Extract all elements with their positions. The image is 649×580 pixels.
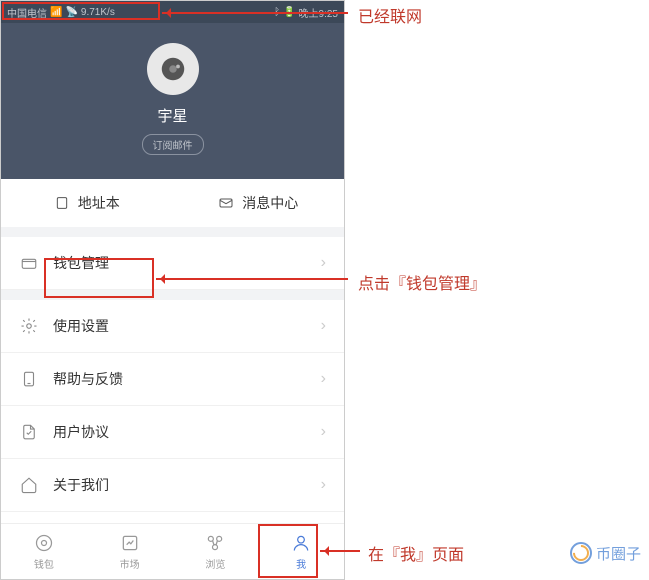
annotation-me-page: 在『我』页面 (368, 541, 464, 565)
watermark: 币圈子 (570, 542, 641, 564)
menu-settings[interactable]: 使用设置 › (1, 300, 344, 353)
browse-nav-icon (204, 532, 226, 554)
nav-market[interactable]: 市场 (87, 524, 173, 579)
home-icon (19, 475, 39, 495)
signal-icon: 📶 (50, 7, 62, 18)
nav-market-label: 市场 (120, 556, 140, 571)
network-speed: 9.71K/s (81, 7, 115, 18)
message-center-button[interactable]: 消息中心 (173, 193, 345, 213)
watermark-label: 币圈子 (596, 543, 641, 564)
avatar-icon (158, 54, 188, 84)
address-book-button[interactable]: 地址本 (1, 193, 173, 213)
chevron-right-icon: › (321, 254, 326, 272)
person-nav-icon (290, 532, 312, 554)
wallet-icon (19, 253, 39, 273)
mail-icon (218, 195, 234, 211)
menu-agreement-label: 用户协议 (53, 422, 109, 442)
menu-help-label: 帮助与反馈 (53, 369, 123, 389)
chevron-right-icon: › (321, 423, 326, 441)
subscribe-button[interactable]: 订阅邮件 (142, 134, 204, 155)
nav-me-label: 我 (296, 556, 306, 571)
section-divider (1, 227, 344, 237)
annotation-arrow (320, 550, 360, 552)
nav-browse[interactable]: 浏览 (173, 524, 259, 579)
avatar[interactable] (147, 43, 199, 95)
menu-about[interactable]: 关于我们 › (1, 459, 344, 512)
wifi-icon: 📡 (65, 7, 77, 18)
annotation-arrow (156, 278, 348, 280)
watermark-icon (570, 542, 592, 564)
chevron-right-icon: › (321, 317, 326, 335)
menu-about-label: 关于我们 (53, 475, 109, 495)
bottom-nav: 钱包 市场 浏览 我 (1, 523, 344, 579)
wallet-nav-icon (33, 532, 55, 554)
menu-wallet-manage[interactable]: 钱包管理 › (1, 237, 344, 290)
document-icon (19, 422, 39, 442)
menu-agreement[interactable]: 用户协议 › (1, 406, 344, 459)
menu-help[interactable]: 帮助与反馈 › (1, 353, 344, 406)
annotation-networked: 已经联网 (358, 3, 422, 27)
nav-wallet[interactable]: 钱包 (1, 524, 87, 579)
menu-wallet-label: 钱包管理 (53, 253, 109, 273)
nav-browse-label: 浏览 (205, 556, 225, 571)
chevron-right-icon: › (321, 476, 326, 494)
annotation-arrow (162, 12, 348, 14)
device-icon (19, 369, 39, 389)
nav-wallet-label: 钱包 (34, 556, 54, 571)
menu-settings-label: 使用设置 (53, 316, 109, 336)
address-book-label: 地址本 (78, 193, 120, 213)
profile-header: 宇星 订阅邮件 (1, 23, 344, 179)
annotation-click-wallet: 点击『钱包管理』 (358, 270, 486, 294)
market-nav-icon (119, 532, 141, 554)
gear-icon (19, 316, 39, 336)
chevron-right-icon: › (321, 370, 326, 388)
carrier-label: 中国电信 (7, 5, 47, 20)
bookmark-icon (54, 195, 70, 211)
quick-actions-row: 地址本 消息中心 (1, 179, 344, 227)
username-label: 宇星 (157, 105, 187, 126)
section-divider (1, 290, 344, 300)
message-center-label: 消息中心 (242, 193, 298, 213)
